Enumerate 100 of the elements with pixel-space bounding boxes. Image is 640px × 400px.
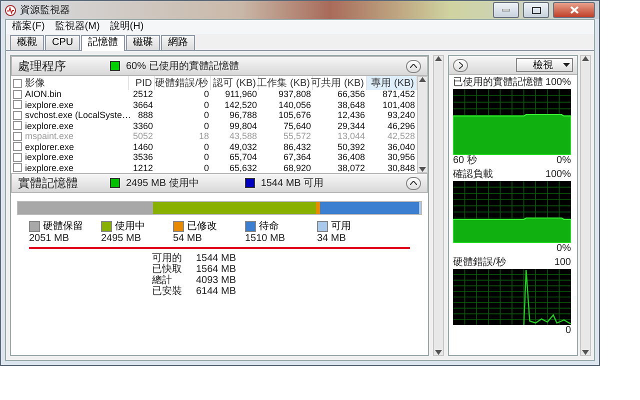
checkbox[interactable] <box>13 110 22 120</box>
table-cell-text: 50,392 <box>336 142 366 152</box>
tab[interactable]: 概觀 <box>10 35 44 50</box>
table-cell-text: 18 <box>198 131 210 142</box>
table-cell-text: 99,804 <box>228 120 258 131</box>
table-cell-text: 38,648 <box>336 100 366 110</box>
stat-label: 已安裝 <box>152 286 183 297</box>
status-swatch <box>110 61 120 71</box>
legend-value: 34 MB <box>317 233 347 244</box>
close-button[interactable] <box>553 2 595 18</box>
legend-label: 使用中 <box>115 220 145 233</box>
window-title: 資源監視器 <box>20 4 71 17</box>
table-cell-text: 3360 <box>132 120 154 131</box>
checkbox[interactable] <box>13 163 22 172</box>
menu-item[interactable]: 監視器(M) <box>54 21 100 33</box>
stat-label: 已快取 <box>152 264 183 275</box>
table-cell-text: 5052 <box>132 131 154 142</box>
table-cell-text: 0 <box>202 162 210 173</box>
checkbox[interactable] <box>13 78 22 88</box>
table-cell-text: 0 <box>202 100 210 110</box>
table-cell-text: 0 <box>202 152 210 162</box>
checkbox[interactable] <box>13 90 22 99</box>
table-cell-text: 911,960 <box>224 89 258 100</box>
stat-label: 可用的 <box>152 253 183 264</box>
table-cell-text: 36,040 <box>386 142 416 152</box>
checkbox[interactable] <box>13 100 22 110</box>
table-cell-text: 38,072 <box>336 162 366 173</box>
monitor-icon <box>5 4 16 16</box>
collapse-button[interactable] <box>406 176 421 190</box>
view-button[interactable]: 檢視 <box>516 58 573 72</box>
panel-title: 實體記憶體 <box>18 174 79 192</box>
collapse-button[interactable] <box>406 60 421 72</box>
column-header[interactable]: 專用 (KB) <box>367 76 417 90</box>
chevron-up-icon <box>410 181 417 185</box>
checkbox[interactable] <box>13 152 22 162</box>
panel-title: 處理程序 <box>18 58 67 74</box>
table-cell-text: 30,956 <box>386 152 416 162</box>
table-cell: AION.bin <box>11 89 129 100</box>
table-cell-text: 0 <box>202 89 210 100</box>
table-cell-text: 871,452 <box>381 89 416 100</box>
table-cell-text: 42,528 <box>386 131 416 142</box>
table-cell-text: 3536 <box>132 152 154 162</box>
memory-stat-text: 1544 MB 可用 <box>260 177 324 190</box>
scrollbar[interactable] <box>580 55 591 356</box>
scale-label: 100% <box>545 77 571 89</box>
menu-item[interactable]: 說明(H) <box>110 21 144 33</box>
maximize-button[interactable] <box>523 2 549 18</box>
table-cell-text: 46,296 <box>386 120 416 131</box>
table-cell-text: 43,588 <box>228 131 258 142</box>
tab[interactable]: 磁碟 <box>126 35 160 50</box>
legend-label: 可用 <box>331 220 351 233</box>
minimize-button[interactable] <box>493 2 519 18</box>
table-cell: explorer.exe <box>11 142 129 152</box>
tab[interactable]: 網路 <box>161 35 196 50</box>
scroll-down-icon[interactable] <box>435 350 442 355</box>
legend-label: 待命 <box>259 220 279 233</box>
table-cell: mspaint.exe <box>11 131 129 142</box>
table-cell-text: 67,364 <box>282 152 312 162</box>
tab[interactable]: CPU <box>45 35 80 50</box>
checkbox[interactable] <box>13 142 22 152</box>
table-cell-text: 13,044 <box>336 131 366 142</box>
legend-label: 硬體保留 <box>43 220 83 233</box>
memory-usage-text: 60% 已使用的實體記憶體 <box>126 60 239 73</box>
panel-header[interactable]: 實體記憶體 2495 MB 使用中 1544 MB 可用 <box>11 173 428 193</box>
scrollbar[interactable] <box>417 76 428 173</box>
table-cell-text: 2512 <box>132 89 154 100</box>
table-cell-text: 140,056 <box>277 100 312 110</box>
tab[interactable]: 記憶體 <box>81 35 126 51</box>
checkbox[interactable] <box>13 132 22 141</box>
expand-button[interactable] <box>453 58 468 72</box>
table-cell: iexplore.exe <box>11 162 129 173</box>
table-cell-text: 66,356 <box>336 89 366 100</box>
table-cell-text: 0 <box>202 142 210 152</box>
menu-item[interactable]: 檔案(F) <box>12 21 45 33</box>
table-cell-text: 888 <box>136 110 154 120</box>
panel-header[interactable]: 處理程序 60% 已使用的實體記憶體 <box>11 56 428 76</box>
table-cell-text: 55,572 <box>282 131 312 142</box>
table-cell: iexplore.exe <box>11 152 129 162</box>
scroll-up-icon[interactable] <box>435 56 442 61</box>
table-cell-text: 0 <box>202 110 210 120</box>
scrollbar[interactable] <box>433 55 444 356</box>
column-header[interactable]: 認可 (KB) <box>211 76 259 90</box>
checkbox[interactable] <box>13 121 22 130</box>
table-cell-text: 12,436 <box>336 110 366 120</box>
table-cell-text: 96,788 <box>228 110 258 120</box>
scale-label: 0% <box>556 155 571 167</box>
legend-value: 1510 MB <box>245 233 286 244</box>
graph-title: 硬體錯誤/秒 <box>453 257 506 269</box>
table-cell-text: 101,408 <box>381 100 416 110</box>
caret-icon <box>563 63 570 67</box>
line-graph <box>523 269 571 325</box>
column-header[interactable]: 硬體錯誤/秒 <box>155 76 211 90</box>
column-header[interactable]: PID <box>129 76 155 90</box>
table-cell-text: 68,920 <box>282 162 312 173</box>
scroll-down-icon[interactable] <box>582 350 589 355</box>
table-cell: iexplore.exe <box>11 120 129 131</box>
table-cell: svchost.exe (LocalSyste… <box>11 110 129 120</box>
column-header[interactable]: 影像 <box>11 76 129 90</box>
scale-label: 100 <box>554 257 571 269</box>
scroll-up-icon[interactable] <box>582 56 589 61</box>
